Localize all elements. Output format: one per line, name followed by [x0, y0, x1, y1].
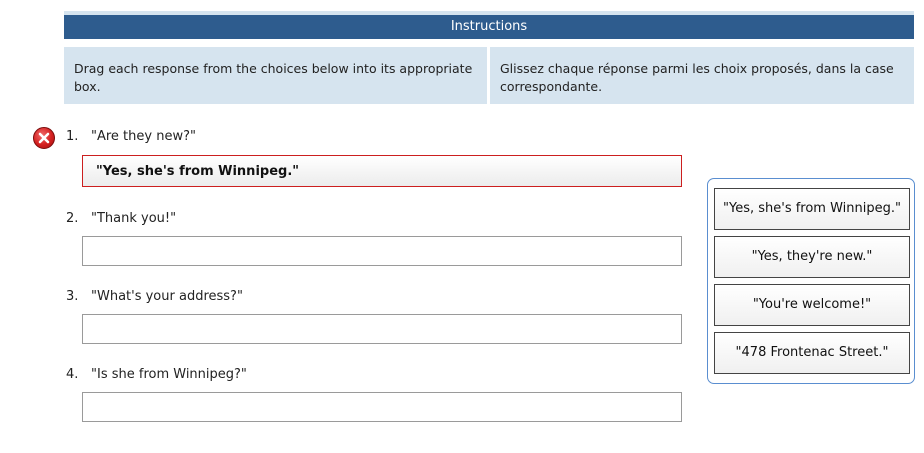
question-3-text: "What's your address?": [91, 289, 243, 304]
instructions-english: Drag each response from the choices belo…: [64, 47, 487, 104]
instructions-panel: Drag each response from the choices belo…: [64, 47, 914, 104]
answer-box-4[interactable]: [82, 392, 682, 422]
choice-item[interactable]: "Yes, they're new.": [714, 236, 910, 278]
question-2-text: "Thank you!": [91, 211, 177, 226]
question-4-text: "Is she from Winnipeg?": [91, 367, 247, 382]
instructions-french: Glissez chaque réponse parmi les choix p…: [490, 47, 914, 104]
answer-box-2[interactable]: [82, 236, 682, 266]
choice-item[interactable]: "478 Frontenac Street.": [714, 332, 910, 374]
question-2-number: 2.: [66, 211, 79, 226]
question-1-number: 1.: [66, 129, 79, 144]
instructions-header: Instructions: [64, 11, 914, 39]
choice-item[interactable]: "You're welcome!": [714, 284, 910, 326]
incorrect-x-icon: [33, 127, 55, 149]
answer-box-1[interactable]: "Yes, she's from Winnipeg.": [82, 155, 682, 187]
choice-item[interactable]: "Yes, she's from Winnipeg.": [714, 188, 910, 230]
question-4-number: 4.: [66, 367, 79, 382]
question-1-text: "Are they new?": [91, 129, 196, 144]
question-3-number: 3.: [66, 289, 79, 304]
choices-panel: "Yes, she's from Winnipeg." "Yes, they'r…: [707, 178, 915, 384]
answer-box-3[interactable]: [82, 314, 682, 344]
